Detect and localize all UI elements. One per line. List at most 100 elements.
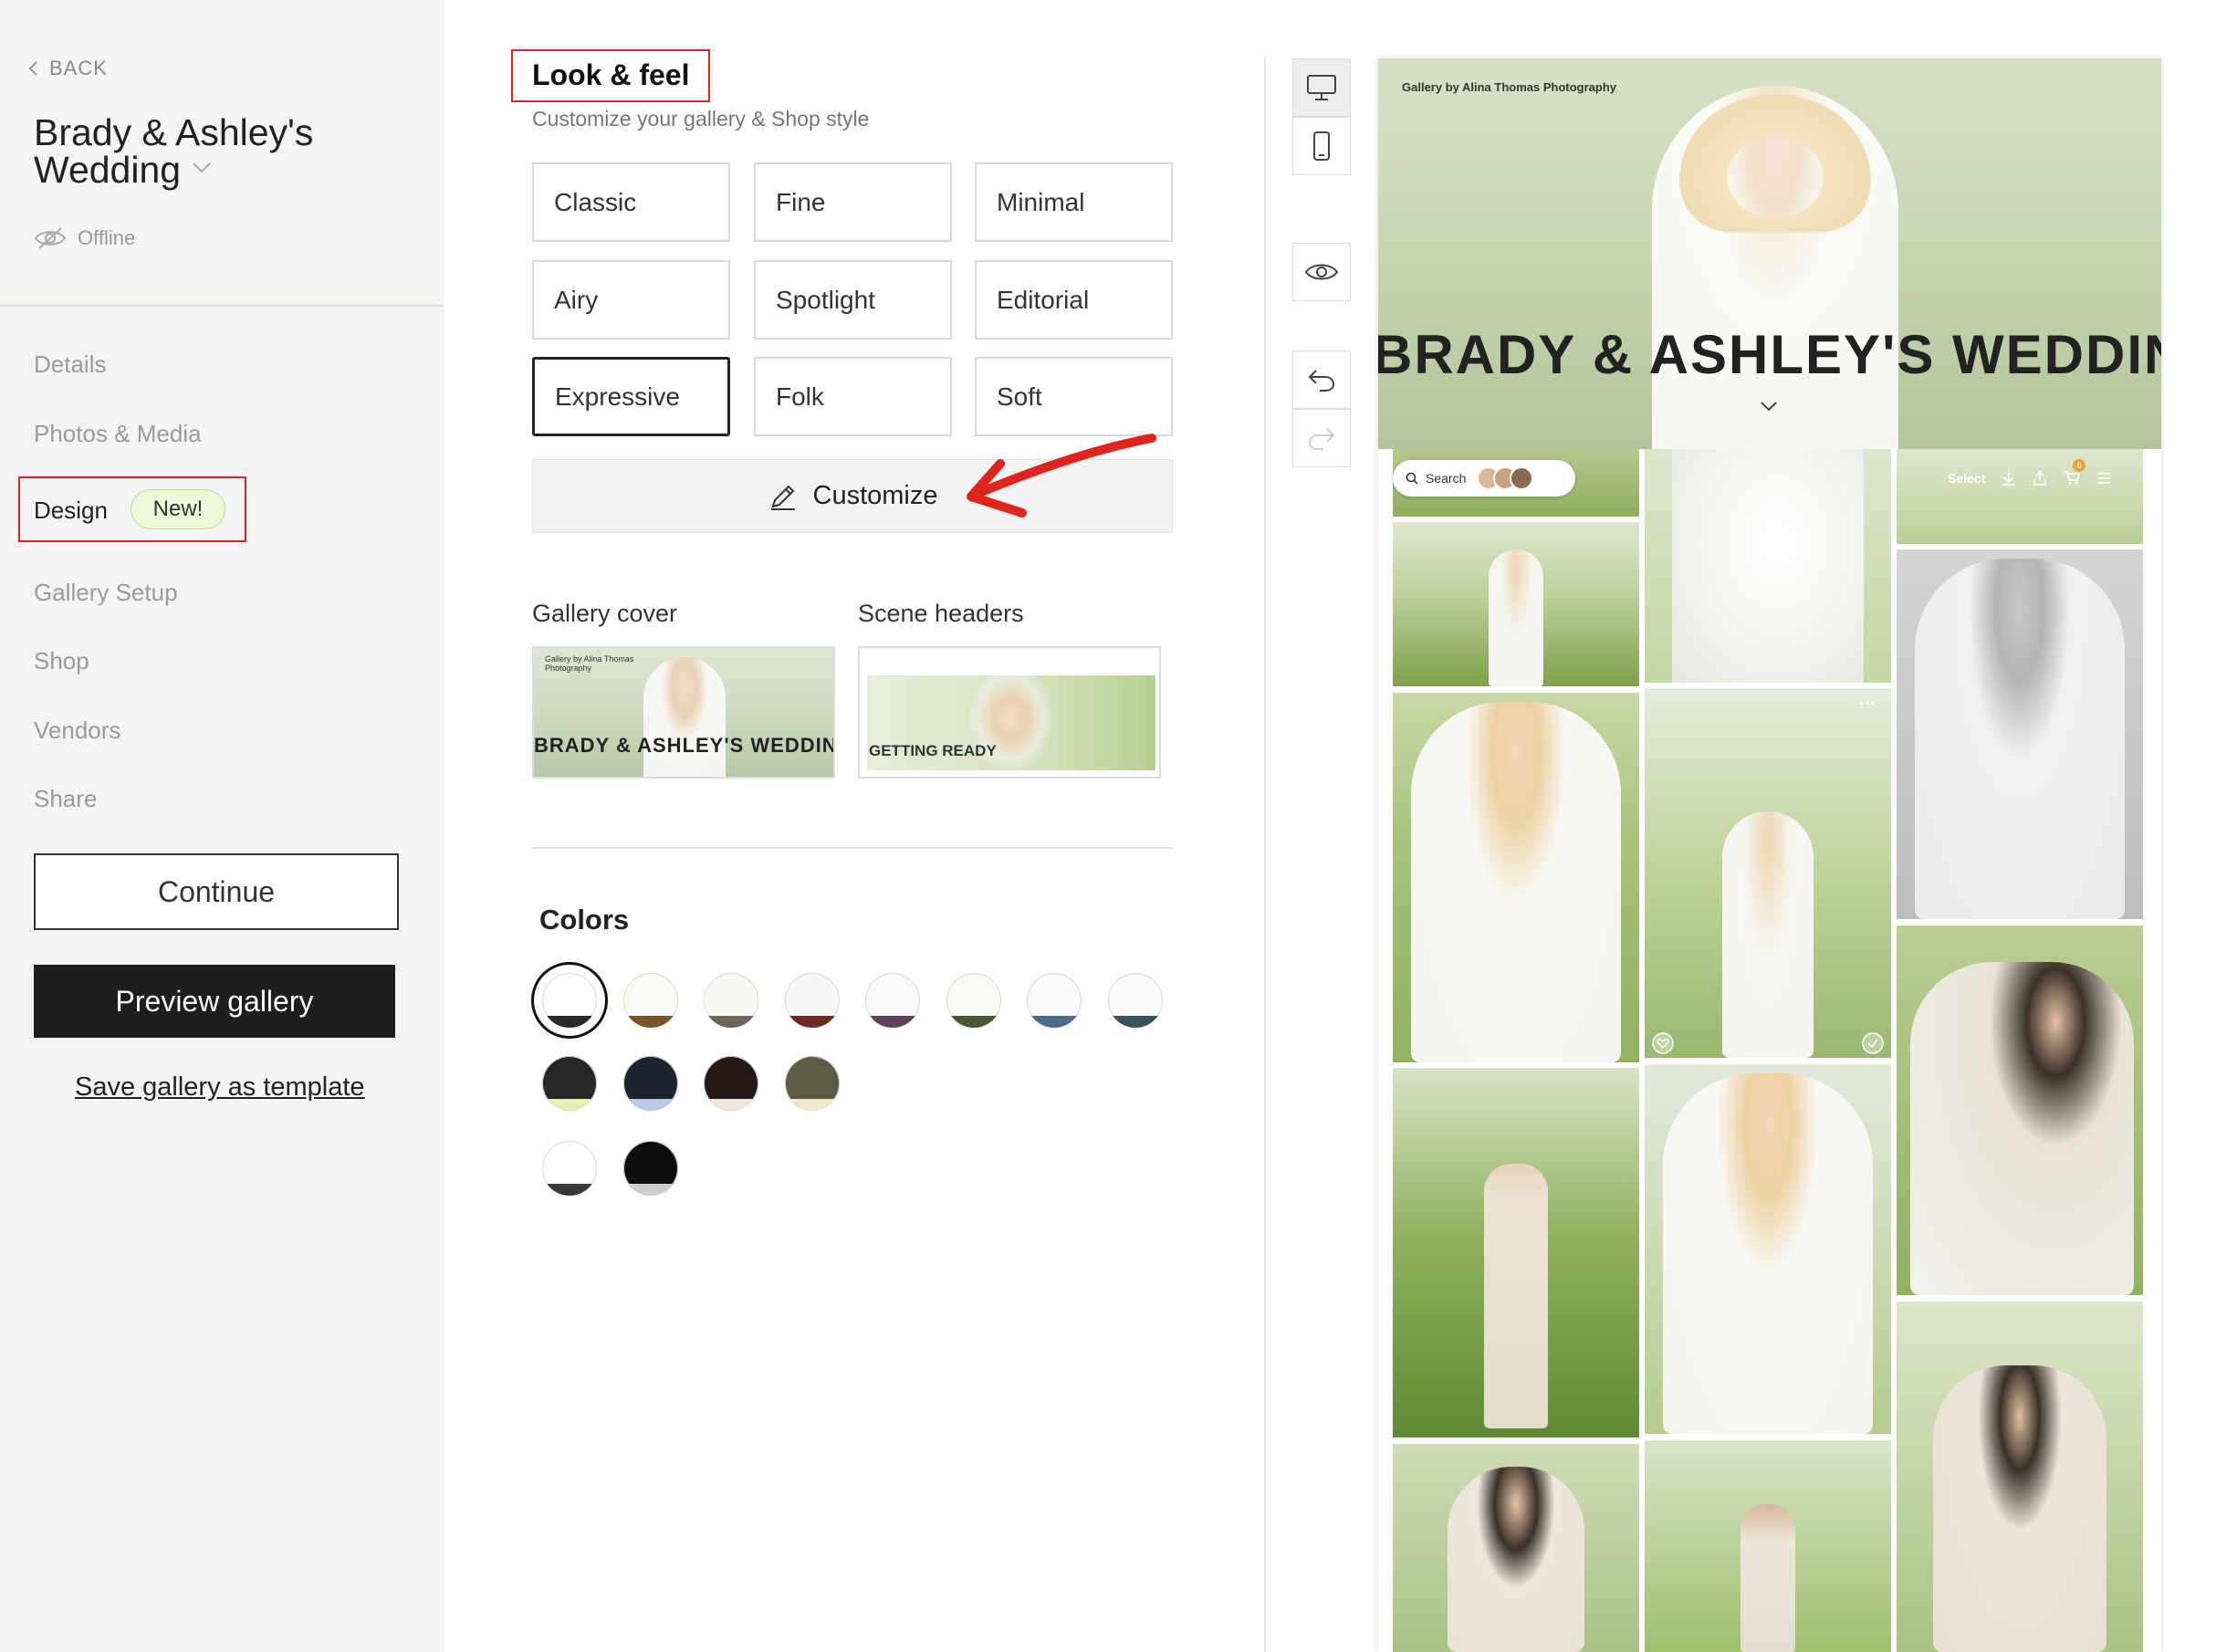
sidebar-item-details[interactable]: Details (34, 350, 106, 379)
preview-search[interactable]: Search (1393, 460, 1575, 497)
sidebar-item-photos-media[interactable]: Photos & Media (34, 420, 202, 448)
preview-gallery-button[interactable]: Preview gallery (34, 965, 395, 1038)
style-soft-button[interactable]: Soft (975, 357, 1173, 436)
gallery-status[interactable]: Offline (34, 226, 135, 250)
color-swatch[interactable] (622, 1056, 678, 1111)
swatch-accent (784, 1015, 840, 1028)
color-swatch[interactable] (622, 1141, 678, 1196)
style-minimal-button[interactable]: Minimal (975, 162, 1173, 242)
color-swatch[interactable] (1027, 973, 1082, 1028)
preview-action-bar: Select 0 (1931, 458, 2152, 497)
swatch-accent (946, 1015, 1001, 1028)
red-arrow-annotation (967, 434, 1156, 518)
search-icon (1406, 472, 1418, 485)
status-label: Offline (78, 226, 136, 249)
gallery-photo[interactable] (1897, 925, 2143, 1295)
swatch-accent (542, 1098, 597, 1111)
swatch-accent (704, 1098, 758, 1111)
check-circle-icon[interactable] (1862, 1032, 1884, 1054)
gallery-photo[interactable] (1393, 522, 1639, 686)
look-feel-title: Look & feel (532, 58, 690, 91)
heart-icon[interactable] (1652, 1032, 1674, 1054)
sidebar-item-share[interactable]: Share (34, 785, 97, 813)
panel-divider (1264, 57, 1266, 1652)
style-fine-button[interactable]: Fine (754, 162, 952, 242)
preview-hero: Gallery by Alina Thomas Photography BRAD… (1378, 58, 2161, 449)
undo-button[interactable] (1292, 350, 1351, 409)
sidebar-item-vendors[interactable]: Vendors (34, 716, 120, 745)
redo-button[interactable] (1292, 409, 1351, 467)
cover-thumb-brand: Gallery by Alina Thomas Photography (545, 654, 634, 673)
desktop-view-button[interactable] (1292, 58, 1351, 117)
color-swatch[interactable] (784, 1056, 840, 1111)
menu-icon[interactable] (2096, 472, 2111, 485)
swatch-accent (784, 1098, 840, 1111)
style-folk-button[interactable]: Folk (754, 357, 952, 436)
style-spotlight-button[interactable]: Spotlight (754, 260, 952, 340)
cart-button[interactable]: 0 (2064, 458, 2086, 487)
gallery-photo[interactable] (1897, 1302, 2143, 1652)
sidebar-item-gallery-setup[interactable]: Gallery Setup (34, 579, 178, 607)
colors-title: Colors (539, 904, 630, 936)
gallery-preview[interactable]: Gallery by Alina Thomas Photography BRAD… (1378, 58, 2161, 1652)
scene-thumb-text: GETTING READY (869, 742, 997, 759)
color-swatch[interactable] (622, 973, 678, 1028)
gallery-photo[interactable] (1645, 1064, 1891, 1434)
select-button[interactable]: Select (1948, 471, 1985, 486)
swatch-accent (1107, 1015, 1163, 1028)
preview-title: BRADY & ASHLEY'S WEDDIN (1378, 324, 2161, 385)
gallery-photo[interactable] (1645, 1440, 1891, 1652)
style-classic-button[interactable]: Classic (532, 162, 730, 242)
scene-headers-thumbnail[interactable]: GETTING READY (858, 646, 1161, 779)
preview-eye-button[interactable] (1292, 243, 1351, 301)
color-swatch[interactable] (542, 1141, 597, 1196)
chevron-left-icon (28, 61, 37, 76)
gallery-cover-thumbnail[interactable]: Gallery by Alina Thomas Photography BRAD… (532, 646, 835, 779)
style-expressive-button[interactable]: Expressive (532, 357, 730, 436)
chevron-down-icon[interactable] (192, 162, 212, 174)
preview-brand: Gallery by Alina Thomas Photography (1402, 80, 1617, 94)
search-label: Search (1426, 471, 1467, 486)
cover-thumb-title: BRADY & ASHLEY'S WEDDIN (534, 734, 835, 757)
gallery-photo[interactable] (1897, 549, 2143, 919)
save-template-link[interactable]: Save gallery as template (75, 1072, 365, 1103)
desktop-icon (1307, 75, 1336, 100)
redo-icon (1308, 428, 1335, 450)
sidebar-item-design[interactable]: Design (34, 497, 108, 525)
color-swatch[interactable] (704, 973, 758, 1028)
customize-label: Customize (812, 481, 938, 510)
back-link[interactable]: BACK (27, 57, 108, 80)
gallery-photo[interactable] (1645, 688, 1891, 1058)
mobile-icon (1313, 131, 1330, 161)
cover-thumb-photo (643, 657, 726, 777)
style-airy-button[interactable]: Airy (532, 260, 730, 340)
gallery-photo[interactable] (1393, 1444, 1639, 1652)
color-swatch[interactable] (946, 973, 1001, 1028)
more-icon[interactable] (1858, 699, 1876, 706)
swatch-accent (865, 1015, 920, 1028)
gallery-photo[interactable] (1393, 1068, 1639, 1438)
chevron-down-icon[interactable] (1760, 401, 1778, 412)
sidebar-item-shop[interactable]: Shop (34, 647, 89, 675)
selected-swatch-ring (531, 962, 608, 1039)
color-swatch[interactable] (542, 1056, 597, 1111)
color-swatch[interactable] (704, 1056, 758, 1111)
gallery-photo[interactable] (1393, 693, 1639, 1062)
cart-icon (2064, 470, 2081, 484)
sidebar-divider (0, 305, 444, 307)
style-editorial-button[interactable]: Editorial (975, 260, 1173, 340)
color-swatch[interactable] (1107, 973, 1163, 1028)
color-swatch[interactable] (784, 973, 840, 1028)
swatch-accent (622, 1183, 678, 1196)
color-swatch[interactable] (865, 973, 920, 1028)
cart-count-badge: 0 (2073, 458, 2086, 472)
gallery-photo[interactable] (1645, 449, 1891, 683)
gallery-title[interactable]: Brady & Ashley's Wedding (34, 114, 417, 189)
continue-button[interactable]: Continue (34, 853, 399, 930)
download-icon[interactable] (2002, 471, 2016, 486)
eye-icon (1304, 264, 1339, 280)
share-icon[interactable] (2033, 471, 2047, 486)
swatch-accent (542, 1183, 597, 1196)
mobile-view-button[interactable] (1292, 117, 1351, 175)
avatar (1510, 466, 1534, 490)
